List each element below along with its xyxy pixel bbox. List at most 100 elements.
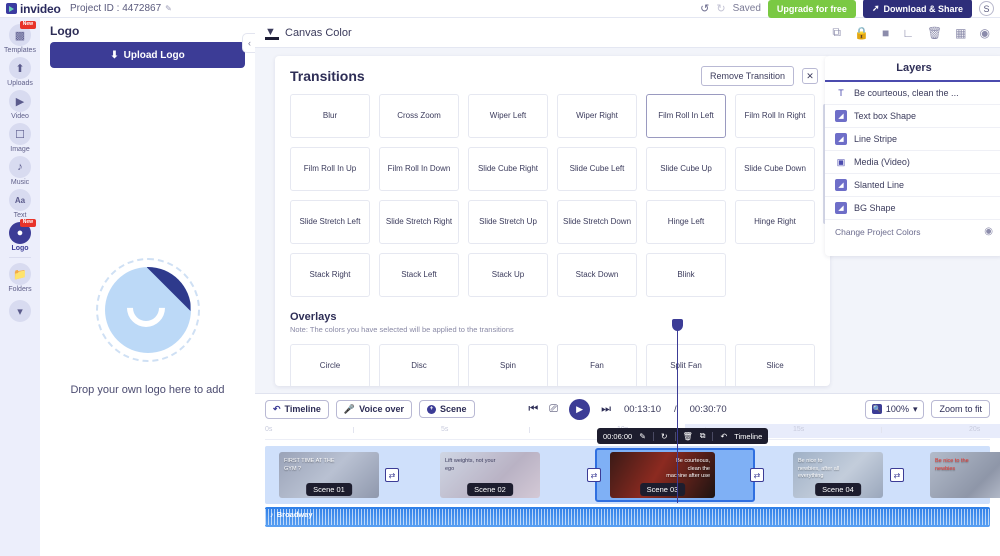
overlays-note: Note: The colors you have selected will … [290,325,514,334]
upload-logo-button[interactable]: ⬇ Upload Logo [50,42,245,68]
layer-label: Line Stripe [854,134,898,144]
transition-film-roll-in-right[interactable]: Film Roll In Right [735,94,815,138]
opacity-icon[interactable]: ◉ [980,26,990,40]
zoom-level-dropdown[interactable]: 🔍 100% ▾ [864,399,925,419]
upgrade-button[interactable]: Upgrade for free [767,0,856,18]
transition-film-roll-in-up[interactable]: Film Roll In Up [290,147,370,191]
sidebar-item-music[interactable]: ♪ Music [0,156,40,186]
layer-item-text[interactable]: T Be courteous, clean the ... [825,82,1000,105]
clip-timeline-label[interactable]: Timeline [734,432,762,441]
pencil-icon[interactable]: ✎ [165,4,172,13]
color-wheel-icon[interactable]: ◉ [984,226,993,237]
change-project-colors-button[interactable]: Change Project Colors ◉ [825,220,1000,243]
transition-icon: ⇄ [753,470,761,480]
duplicate-icon[interactable]: ⧉ [700,431,706,441]
transition-stack-left[interactable]: Stack Left [379,253,459,297]
transition-slide-stretch-right[interactable]: Slide Stretch Right [379,200,459,244]
skip-next-icon[interactable]: ⏭ [601,403,611,416]
scene-clip-01[interactable]: FIRST TIME AT THE GYM ? Scene 01 [279,452,379,498]
delete-icon[interactable]: 🗑 [683,432,693,441]
overlay-slice[interactable]: Slice [735,344,815,386]
layer-item-bg-shape[interactable]: ◢ BG Shape [825,197,1000,220]
redo-icon[interactable]: ↻ [716,2,725,15]
close-icon[interactable]: ✕ [802,68,818,84]
layer-item-slanted-line[interactable]: ◢ Slanted Line [825,174,1000,197]
overlay-spin[interactable]: Spin [468,344,548,386]
scene-clip-03[interactable]: Be courteous, clean the machine after us… [610,452,715,498]
lock-icon[interactable]: 🔒 [854,26,869,40]
canvas-color-button[interactable]: ▼ Canvas Color [265,26,352,40]
transition-handle[interactable]: ⇄ [385,468,399,482]
layer-item-text-box-shape[interactable]: ◢ Text box Shape [825,105,1000,128]
transition-slide-cube-up[interactable]: Slide Cube Up [646,147,726,191]
transition-handle[interactable]: ⇄ [750,468,764,482]
scene-clip-02[interactable]: Lift weights, not your ego Scene 02 [440,452,540,498]
remove-transition-button[interactable]: Remove Transition [700,66,794,86]
pencil-icon[interactable]: ✎ [639,432,646,441]
playhead[interactable] [672,319,683,503]
transition-stack-down[interactable]: Stack Down [557,253,637,297]
sidebar-more-button[interactable]: ▾ [0,300,40,322]
overlay-fan[interactable]: Fan [557,344,637,386]
layer-item-media-video[interactable]: ▣ Media (Video) [825,151,1000,174]
grid-icon[interactable]: ▦ [955,26,966,40]
transition-slide-cube-right[interactable]: Slide Cube Right [468,147,548,191]
sidebar-item-video[interactable]: ▶ Video [0,90,40,120]
transition-cross-zoom[interactable]: Cross Zoom [379,94,459,138]
sidebar-item-templates[interactable]: New ▩ Templates [0,21,40,54]
duplicate-icon[interactable]: ⧉ [832,25,841,40]
align-icon[interactable]: ■ [882,26,889,40]
transition-blur[interactable]: Blur [290,94,370,138]
transition-slide-stretch-up[interactable]: Slide Stretch Up [468,200,548,244]
scene-clip-05[interactable]: Be nice to the newbies [930,452,1000,498]
transition-wiper-right[interactable]: Wiper Right [557,94,637,138]
transition-hinge-right[interactable]: Hinge Right [735,200,815,244]
sidebar-item-text[interactable]: Aa Text [0,189,40,219]
undo-icon[interactable]: ↺ [700,2,709,15]
layer-item-line-stripe[interactable]: ◢ Line Stripe [825,128,1000,151]
sidebar-item-logo[interactable]: New ● Logo [0,219,40,252]
transition-stack-up[interactable]: Stack Up [468,253,548,297]
transition-slide-stretch-down[interactable]: Slide Stretch Down [557,200,637,244]
overlay-disc[interactable]: Disc [379,344,459,386]
transition-handle[interactable]: ⇄ [587,468,601,482]
sidebar-item-folders[interactable]: 📁 Folders [0,263,40,293]
timeline-button[interactable]: ↶ Timeline [265,399,329,419]
scene-button[interactable]: + Scene [418,400,475,418]
timeline-tracks: 00:06:00 ✎ ↻ 🗑 ⧉ ↶ Timeline FIRST TIME A… [265,319,1000,527]
sidebar-item-uploads[interactable]: ⬆ Uploads [0,57,40,87]
overlay-split-fan[interactable]: Split Fan [646,344,726,386]
position-icon[interactable]: ∟ [902,26,914,40]
skip-previous-icon[interactable]: ⏮ [528,403,538,416]
zoom-to-fit-button[interactable]: Zoom to fit [931,400,990,418]
delete-icon[interactable]: 🗑 [927,26,942,40]
transition-film-roll-in-down[interactable]: Film Roll In Down [379,147,459,191]
upload-icon: ⬆ [9,57,31,79]
transition-stack-right[interactable]: Stack Right [290,253,370,297]
audio-track[interactable]: ♪ Broadway [265,507,990,527]
panel-collapse-button[interactable]: ‹ [242,33,256,53]
transition-hinge-left[interactable]: Hinge Left [646,200,726,244]
download-share-button[interactable]: ➚ Download & Share [862,0,972,18]
rotate-icon[interactable]: ↻ [661,432,668,441]
transition-blink[interactable]: Blink [646,253,726,297]
transition-film-roll-in-left[interactable]: Film Roll In Left [646,94,726,138]
project-id-label: Project ID : 4472867 [70,3,162,14]
brand-logo[interactable]: invideo [0,2,70,16]
voice-over-button[interactable]: 🎤 Voice over [335,399,412,419]
split-icon[interactable]: ⎚ [549,403,558,416]
logo-dropzone[interactable]: Drop your own logo here to add [40,258,255,396]
scene-clip-04[interactable]: Be nice to newbies, after all everything… [793,452,883,498]
avatar[interactable]: S [979,1,994,16]
transition-wiper-left[interactable]: Wiper Left [468,94,548,138]
transition-slide-cube-left[interactable]: Slide Cube Left [557,147,637,191]
play-button[interactable]: ▶ [569,398,591,420]
overlays-grid: Circle Disc Spin Fan Split Fan Slice [275,340,830,386]
ruler-mark [353,427,354,433]
transition-handle[interactable]: ⇄ [890,468,904,482]
transition-slide-cube-down[interactable]: Slide Cube Down [735,147,815,191]
project-id[interactable]: Project ID : 4472867 ✎ [70,3,172,14]
overlay-circle[interactable]: Circle [290,344,370,386]
sidebar-item-image[interactable]: ☐ Image [0,123,40,153]
transition-slide-stretch-left[interactable]: Slide Stretch Left [290,200,370,244]
